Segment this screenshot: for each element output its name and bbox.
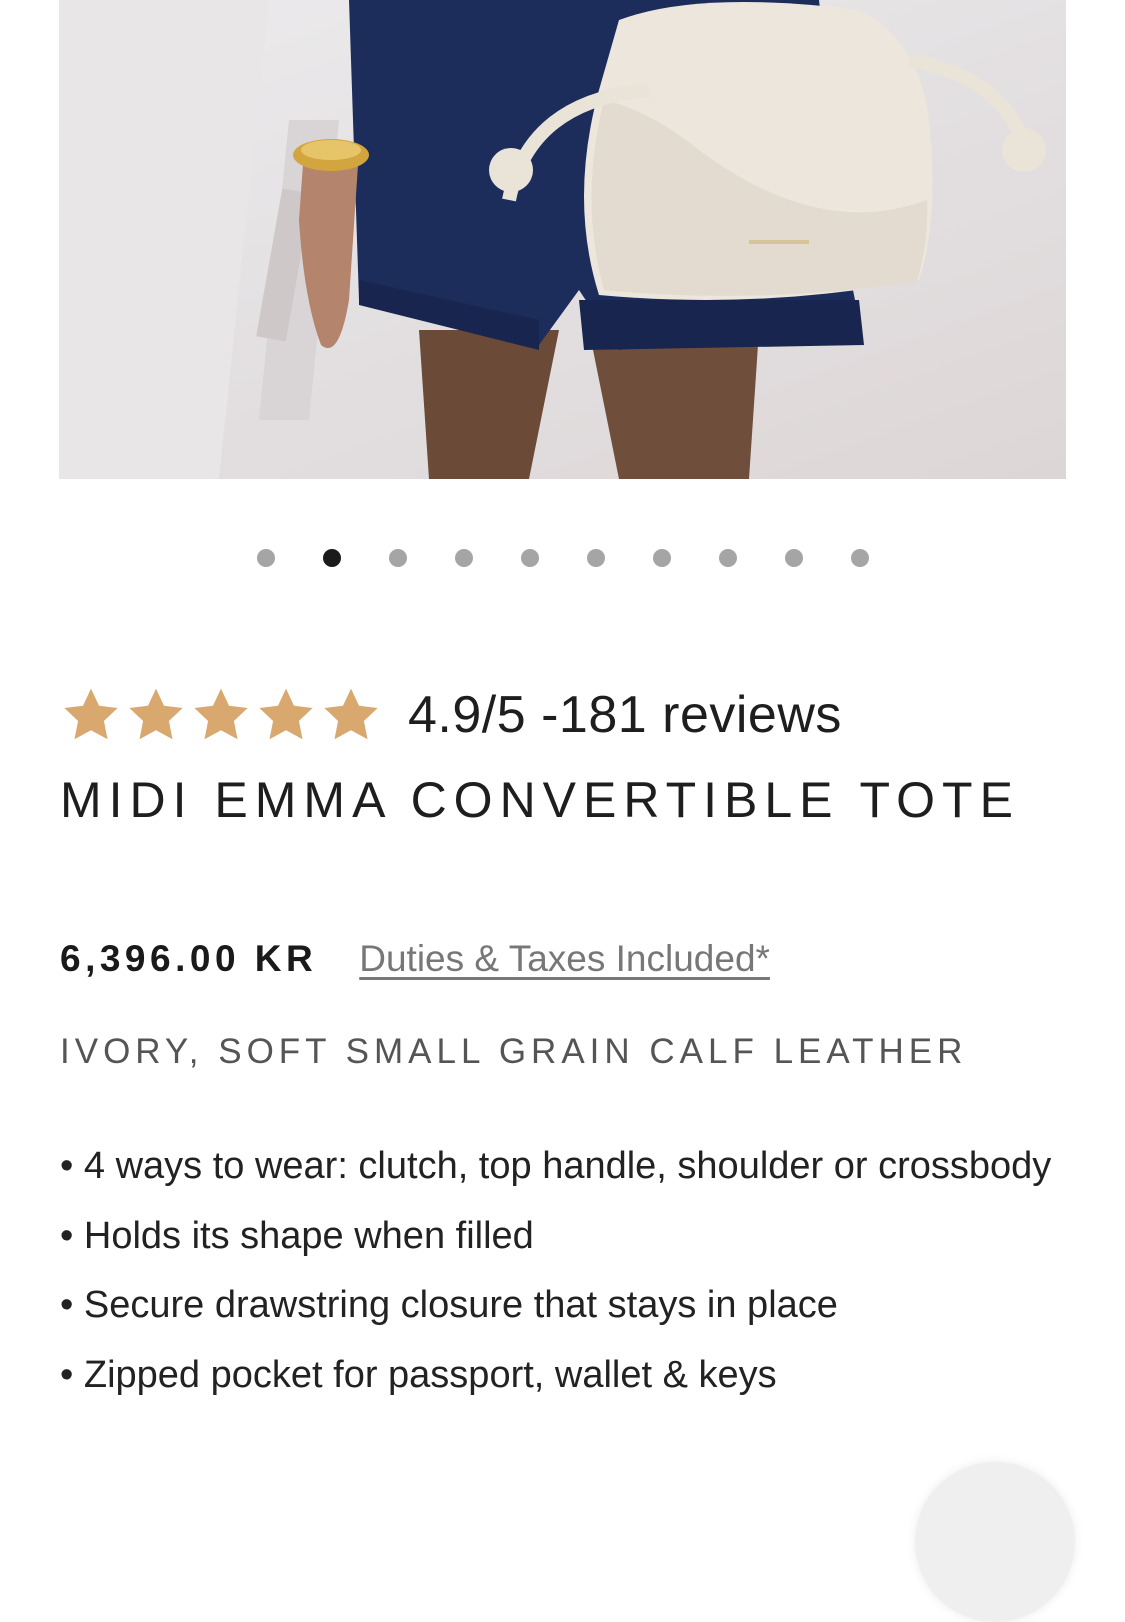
product-material: IVORY, SOFT SMALL GRAIN CALF LEATHER <box>60 1032 968 1071</box>
product-title: MIDI EMMA CONVERTIBLE TOTE <box>60 772 1020 828</box>
star-icon <box>324 688 378 740</box>
feature-item: Holds its shape when filled <box>60 1202 1060 1272</box>
product-price: 6,396.00 KR <box>60 938 318 979</box>
feature-item: Secure drawstring closure that stays in … <box>60 1271 1060 1341</box>
carousel-dot[interactable] <box>323 549 341 567</box>
star-icon <box>129 688 183 740</box>
carousel-dot[interactable] <box>455 549 473 567</box>
carousel-dot[interactable] <box>257 549 275 567</box>
carousel-dot[interactable] <box>587 549 605 567</box>
floating-action-button[interactable] <box>915 1462 1075 1622</box>
carousel-dot[interactable] <box>521 549 539 567</box>
star-icon <box>259 688 313 740</box>
rating-summary[interactable]: 4.9/5 -181 reviews <box>60 680 842 750</box>
carousel-dot[interactable] <box>785 549 803 567</box>
feature-item: 4 ways to wear: clutch, top handle, shou… <box>60 1132 1060 1202</box>
carousel-dot[interactable] <box>719 549 737 567</box>
carousel-dot[interactable] <box>851 549 869 567</box>
star-icon <box>194 688 248 740</box>
product-photo-illustration <box>59 0 1046 479</box>
rating-text[interactable]: 4.9/5 -181 reviews <box>408 685 842 745</box>
carousel-dot[interactable] <box>389 549 407 567</box>
duties-taxes-link[interactable]: Duties & Taxes Included* <box>359 938 770 980</box>
feature-list: 4 ways to wear: clutch, top handle, shou… <box>60 1132 1060 1410</box>
carousel-dot[interactable] <box>653 549 671 567</box>
carousel-pagination <box>0 549 1125 569</box>
product-image[interactable] <box>59 0 1066 479</box>
star-rating <box>60 684 382 746</box>
feature-item: Zipped pocket for passport, wallet & key… <box>60 1341 1060 1411</box>
star-icon <box>64 688 118 740</box>
price-row: 6,396.00 KR Duties & Taxes Included* <box>60 938 770 980</box>
